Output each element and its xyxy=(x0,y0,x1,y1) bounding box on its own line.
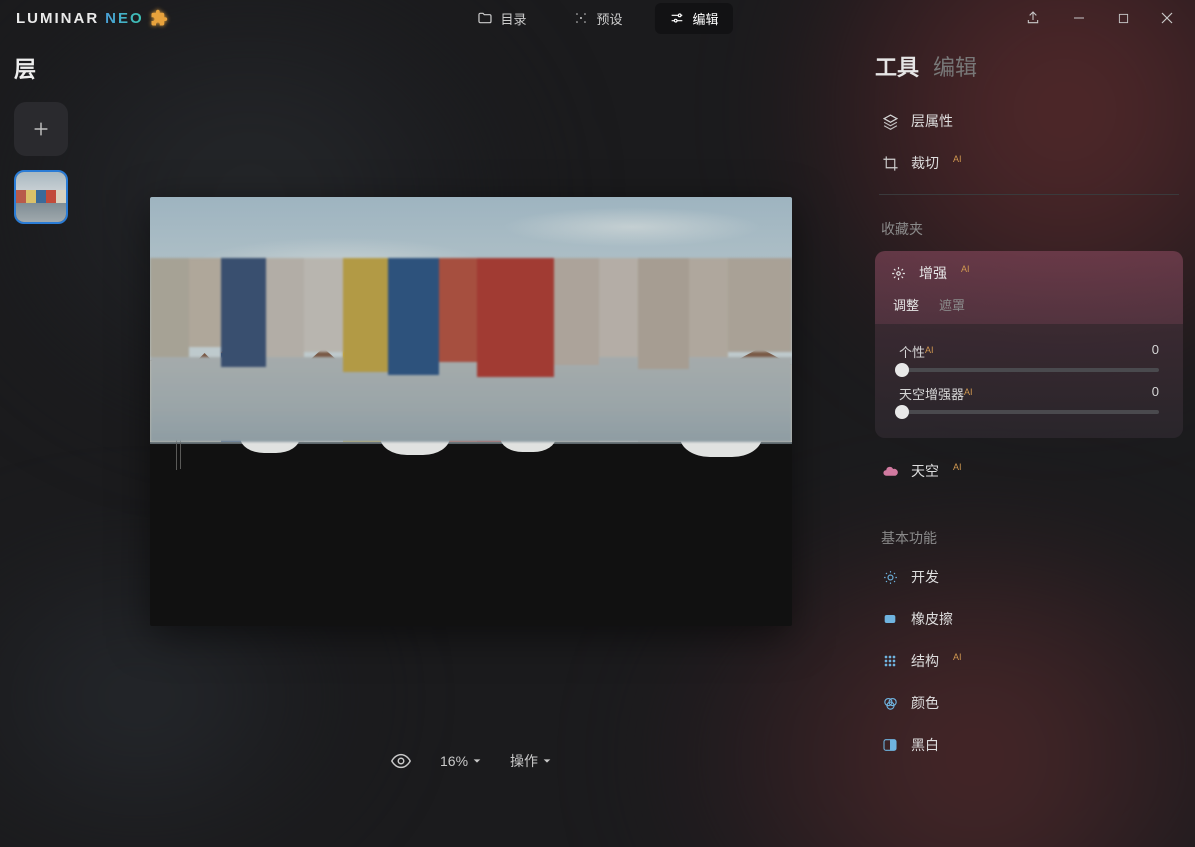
ai-badge: AI xyxy=(953,652,962,662)
tool-eraser[interactable]: 橡皮擦 xyxy=(875,598,1183,640)
sliders-icon xyxy=(669,10,685,26)
eraser-icon xyxy=(881,610,899,628)
share-button[interactable] xyxy=(1015,2,1051,34)
crop-icon xyxy=(881,154,899,172)
ai-badge: AI xyxy=(925,345,934,355)
viewer-controls: 16% 操作 xyxy=(390,750,552,772)
tool-eraser-label: 橡皮擦 xyxy=(911,609,953,629)
tool-develop-label: 开发 xyxy=(911,567,939,587)
nav-catalog-label: 目录 xyxy=(500,9,526,28)
sun-icon xyxy=(881,568,899,586)
puzzle-icon[interactable] xyxy=(150,9,168,27)
section-favorites: 收藏夹 xyxy=(875,205,1183,247)
slider-sky-enhancer: 天空增强器AI 0 xyxy=(899,376,1159,418)
logo-text-b: NEO xyxy=(105,10,144,27)
tool-structure-label: 结构 xyxy=(911,651,939,671)
main-nav: 目录 预设 编辑 xyxy=(462,3,732,34)
nav-catalog[interactable]: 目录 xyxy=(462,3,540,34)
layers-panel: 层 xyxy=(14,52,72,224)
tool-color-label: 颜色 xyxy=(911,693,939,713)
panel-tabs: 工具 编辑 xyxy=(875,46,1183,100)
app-logo: LUMINAR NEO xyxy=(16,9,168,27)
slider-gexing: 个性AI 0 xyxy=(899,334,1159,376)
subtab-mask[interactable]: 遮罩 xyxy=(939,295,965,314)
slider-sky-enh-value: 0 xyxy=(1152,384,1159,403)
tools-panel: 工具 编辑 层属性 裁切 AI 收藏夹 增强 AI 调整 遮罩 个性AI 0 xyxy=(875,46,1183,847)
ai-badge: AI xyxy=(953,462,962,472)
logo-text-a: LUMINAR xyxy=(16,10,99,27)
tool-structure[interactable]: 结构 AI xyxy=(875,640,1183,682)
zoom-dropdown[interactable]: 16% xyxy=(440,753,482,769)
ai-badge: AI xyxy=(961,264,970,274)
nav-presets-label: 预设 xyxy=(596,9,622,28)
tool-color[interactable]: 颜色 xyxy=(875,682,1183,724)
tool-layer-properties-label: 层属性 xyxy=(911,111,953,131)
nav-presets[interactable]: 预设 xyxy=(558,3,636,34)
actions-dropdown[interactable]: 操作 xyxy=(510,751,552,771)
subtab-adjust[interactable]: 调整 xyxy=(893,295,919,314)
slider-gexing-label: 个性 xyxy=(899,345,925,360)
close-button[interactable] xyxy=(1145,2,1189,34)
slider-sky-enh-track[interactable] xyxy=(899,410,1159,414)
tab-tools[interactable]: 工具 xyxy=(875,50,919,82)
slider-knob[interactable] xyxy=(895,405,909,419)
eye-icon[interactable] xyxy=(390,750,412,772)
layer-thumbnail[interactable] xyxy=(14,170,68,224)
nav-edit-label: 编辑 xyxy=(693,9,719,28)
tool-enhance-label: 增强 xyxy=(919,263,947,283)
tool-layer-properties[interactable]: 层属性 xyxy=(875,100,1183,142)
chevron-down-icon xyxy=(472,756,482,766)
enhance-card: 增强 AI 调整 遮罩 个性AI 0 天空增强器AI 0 xyxy=(875,251,1183,438)
slider-gexing-value: 0 xyxy=(1152,342,1159,361)
slider-knob[interactable] xyxy=(895,363,909,377)
enhance-subtabs: 调整 遮罩 xyxy=(875,295,1183,324)
tool-sky-label: 天空 xyxy=(911,461,939,481)
actions-label: 操作 xyxy=(510,751,538,771)
nav-edit[interactable]: 编辑 xyxy=(655,3,733,34)
separator xyxy=(879,194,1179,195)
title-bar: LUMINAR NEO 目录 预设 编辑 xyxy=(0,0,1195,36)
color-icon xyxy=(881,694,899,712)
tool-enhance[interactable]: 增强 AI xyxy=(875,251,1183,295)
bw-icon xyxy=(881,736,899,754)
tool-crop[interactable]: 裁切 AI xyxy=(875,142,1183,184)
enhance-icon xyxy=(889,264,907,282)
ai-badge: AI xyxy=(953,154,962,164)
tab-edits[interactable]: 编辑 xyxy=(933,50,977,82)
slider-sky-enh-label: 天空增强器 xyxy=(899,387,964,402)
tool-bw[interactable]: 黑白 xyxy=(875,724,1183,766)
image-canvas[interactable] xyxy=(150,197,792,626)
add-layer-button[interactable] xyxy=(14,102,68,156)
window-controls xyxy=(1015,2,1189,34)
sparkle-icon xyxy=(572,10,588,26)
grid-dots-icon xyxy=(881,652,899,670)
ai-badge: AI xyxy=(964,387,973,397)
tool-bw-label: 黑白 xyxy=(911,735,939,755)
zoom-value: 16% xyxy=(440,753,468,769)
cloud-icon xyxy=(881,462,899,480)
tool-develop[interactable]: 开发 xyxy=(875,556,1183,598)
section-basics: 基本功能 xyxy=(875,492,1183,556)
chevron-down-icon xyxy=(542,756,552,766)
layers-icon xyxy=(881,112,899,130)
tool-crop-label: 裁切 xyxy=(911,153,939,173)
folder-icon xyxy=(476,10,492,26)
tool-sky[interactable]: 天空 AI xyxy=(875,450,1183,492)
maximize-button[interactable] xyxy=(1101,2,1145,34)
layers-title: 层 xyxy=(14,52,72,84)
slider-gexing-track[interactable] xyxy=(899,368,1159,372)
minimize-button[interactable] xyxy=(1057,2,1101,34)
